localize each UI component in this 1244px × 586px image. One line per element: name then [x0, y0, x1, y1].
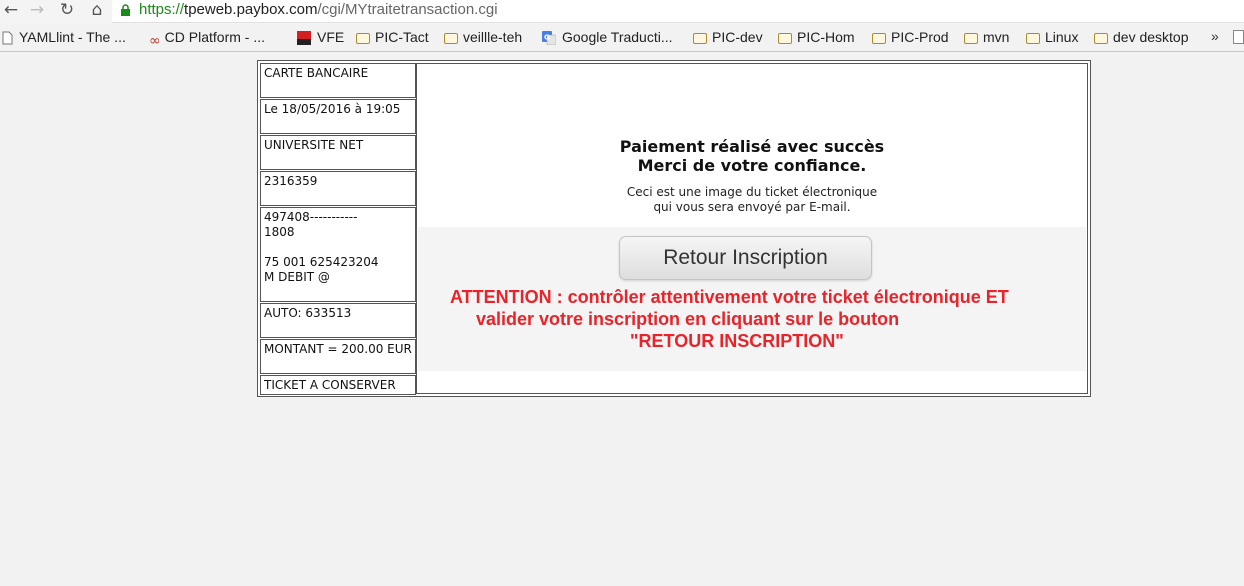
- site-number: 2316359: [260, 171, 416, 206]
- card-type: CARTE BANCAIRE: [260, 63, 416, 98]
- folder-icon: [356, 33, 370, 44]
- amount: MONTANT = 200.00 EUR: [260, 339, 416, 374]
- bookmark-cd-platform[interactable]: ∞ CD Platform - ...: [149, 28, 266, 49]
- reload-icon[interactable]: ↻: [56, 0, 78, 22]
- home-icon[interactable]: ⌂: [86, 0, 108, 22]
- forward-arrow-icon[interactable]: →: [26, 0, 48, 22]
- bookmark-label: dev desktop: [1113, 29, 1189, 45]
- url-text: https://tpeweb.paybox.com/cgi/MYtraitetr…: [139, 1, 498, 18]
- payment-ticket: CARTE BANCAIRE Le 18/05/2016 à 19:05 UNI…: [257, 60, 1091, 397]
- back-arrow-icon[interactable]: ←: [0, 0, 22, 22]
- svg-text:G: G: [544, 34, 550, 42]
- bookmark-label: PIC-Hom: [797, 29, 855, 45]
- bookmark-google-traduction[interactable]: G Google Traducti...: [542, 28, 673, 48]
- folder-icon: [964, 33, 978, 44]
- bookmark-yamllint[interactable]: YAMLlint - The ...: [2, 28, 126, 48]
- infinity-icon: ∞: [149, 33, 161, 49]
- google-translate-icon: G: [542, 31, 556, 45]
- merchant-name: UNIVERSITE NET: [260, 135, 416, 170]
- bookmark-label: PIC-dev: [712, 29, 763, 45]
- bookmark-label: YAMLlint - The ...: [19, 29, 126, 45]
- address-bar[interactable]: https://tpeweb.paybox.com/cgi/MYtraitetr…: [112, 0, 1244, 23]
- transaction-date: Le 18/05/2016 à 19:05: [260, 99, 416, 134]
- page-icon: [2, 31, 13, 45]
- info-line: Ceci est une image du ticket électroniqu…: [626, 185, 878, 199]
- retour-inscription-button[interactable]: Retour Inscription: [619, 236, 872, 280]
- lock-icon: [121, 4, 130, 16]
- bookmark-veillle-teh[interactable]: veillle-teh: [444, 28, 522, 48]
- bookmark-label: PIC-Tact: [375, 29, 429, 45]
- vfe-logo-icon: [297, 31, 311, 45]
- confirmation-panel: Paiement réalisé avec succès Merci de vo…: [416, 63, 1088, 394]
- attention-line-1: ATTENTION : contrôler attentivement votr…: [450, 287, 1009, 307]
- bookmark-label: CD Platform - ...: [164, 29, 266, 45]
- bookmark-label: Linux: [1045, 29, 1079, 45]
- card-details: 497408----------- 1808 75 001 625423204 …: [260, 207, 416, 302]
- attention-line-3: "RETOUR INSCRIPTION": [630, 331, 844, 351]
- bookmark-label: Google Traducti...: [562, 29, 673, 45]
- bookmark-pic-dev[interactable]: PIC-dev: [693, 28, 763, 48]
- keep-ticket-label: TICKET A CONSERVER: [260, 375, 416, 395]
- bookmark-linux[interactable]: Linux: [1026, 28, 1078, 48]
- browser-toolbar: ← → ↻ ⌂ https://tpeweb.paybox.com/cgi/MY…: [0, 0, 1244, 24]
- bookmark-dev-desktop[interactable]: dev desktop: [1094, 28, 1189, 48]
- folder-icon: [872, 33, 886, 44]
- other-bookmarks-icon[interactable]: [1233, 30, 1244, 44]
- folder-icon: [693, 33, 707, 44]
- authorization-code: AUTO: 633513: [260, 303, 416, 338]
- thanks-line: Merci de votre confiance.: [637, 156, 867, 175]
- folder-icon: [444, 33, 458, 44]
- bookmark-label: mvn: [983, 29, 1010, 45]
- bookmark-label: veillle-teh: [463, 29, 523, 45]
- bookmark-label: VFE: [317, 29, 345, 45]
- bookmark-label: PIC-Prod: [891, 29, 949, 45]
- folder-icon: [778, 33, 792, 44]
- ticket-info: Ceci est une image du ticket électroniqu…: [417, 185, 1087, 215]
- success-message: Paiement réalisé avec succès Merci de vo…: [417, 137, 1087, 175]
- bookmarks-bar: YAMLlint - The ... ∞ CD Platform - ... VF…: [0, 24, 1244, 52]
- folder-icon: [1094, 33, 1108, 44]
- bookmark-pic-hom[interactable]: PIC-Hom: [778, 28, 855, 48]
- attention-line-2: valider votre inscription en cliquant su…: [476, 309, 900, 329]
- bookmark-pic-tact[interactable]: PIC-Tact: [356, 28, 429, 48]
- more-bookmarks-button[interactable]: »: [1211, 28, 1219, 44]
- bookmark-pic-prod[interactable]: PIC-Prod: [872, 28, 949, 48]
- folder-icon: [1026, 33, 1040, 44]
- success-line: Paiement réalisé avec succès: [619, 137, 885, 156]
- bookmark-mvn[interactable]: mvn: [964, 28, 1009, 48]
- info-line: qui vous sera envoyé par E-mail.: [653, 200, 851, 214]
- bookmark-vfe[interactable]: VFE: [297, 28, 344, 48]
